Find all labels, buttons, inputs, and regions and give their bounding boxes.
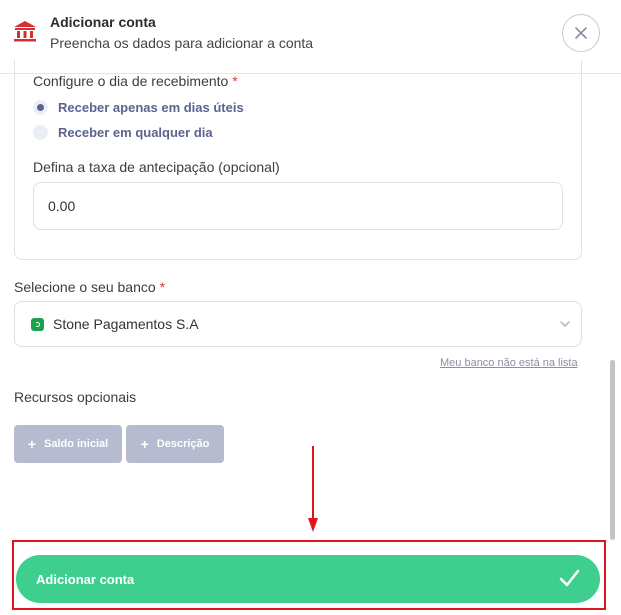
radio-any-day-label: Receber em qualquer dia [58, 125, 213, 140]
add-description-label: Descrição [156, 438, 210, 450]
optional-resources-label: Recursos opcionais [14, 389, 137, 405]
plus-icon: + [27, 436, 36, 452]
modal-title: Adicionar conta [50, 14, 156, 30]
bank-select-value: Stone Pagamentos S.A [53, 316, 199, 332]
modal-subtitle: Preencha os dados para adicionar a conta [50, 35, 314, 51]
annotation-arrow-icon [308, 446, 318, 532]
required-mark: * [232, 73, 238, 89]
add-account-submit-button[interactable]: Adicionar conta [16, 555, 600, 603]
radio-button-unchecked[interactable] [33, 125, 48, 140]
close-button[interactable] [562, 14, 600, 52]
bank-not-listed-link[interactable]: Meu banco não está na lista [440, 357, 578, 369]
scrollbar[interactable] [610, 360, 615, 540]
chevron-down-icon [560, 321, 570, 327]
bank-label: Selecione o seu banco * [14, 279, 165, 295]
close-icon [575, 27, 587, 39]
radio-business-days-label: Receber apenas em dias úteis [58, 100, 244, 115]
anticipation-rate-input[interactable]: 0.00 [33, 182, 563, 230]
check-icon [559, 569, 580, 587]
submit-button-label: Adicionar conta [36, 571, 135, 587]
anticipation-label: Defina a taxa de antecipação (opcional) [33, 159, 280, 175]
required-mark: * [159, 279, 166, 295]
radio-button-checked[interactable] [33, 100, 48, 115]
bank-icon [14, 21, 36, 42]
bank-label-text: Selecione o seu banco [14, 279, 156, 295]
bank-select[interactable]: Stone Pagamentos S.A [14, 301, 582, 347]
add-description-button[interactable]: + Descrição [126, 425, 224, 463]
plus-icon: + [140, 436, 149, 452]
add-initial-balance-label: Saldo inicial [44, 438, 109, 450]
receipt-day-label: Configure o dia de recebimento * [33, 73, 238, 89]
radio-business-days[interactable]: Receber apenas em dias úteis [33, 100, 244, 115]
radio-any-day[interactable]: Receber em qualquer dia [33, 125, 213, 140]
add-initial-balance-button[interactable]: + Saldo inicial [14, 425, 122, 463]
receipt-day-label-text: Configure o dia de recebimento [33, 73, 229, 89]
stone-logo-icon [31, 317, 44, 331]
